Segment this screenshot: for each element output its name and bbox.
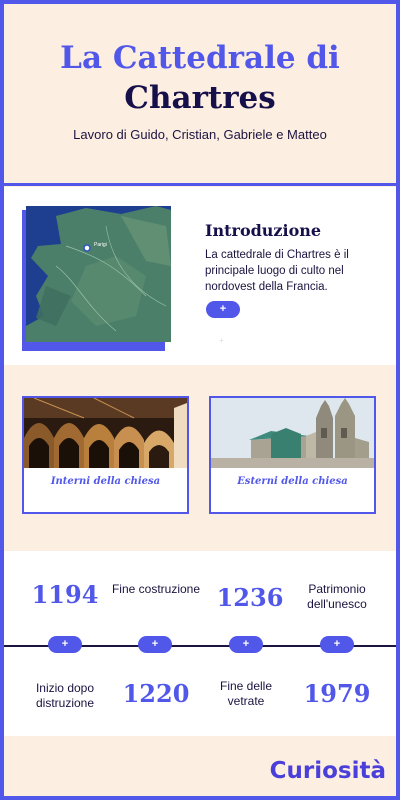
timeline-expand-button[interactable]: + — [320, 636, 354, 653]
title-line-2: Chartres — [124, 80, 276, 116]
timeline-event-label: Fine delle vetrate — [219, 679, 273, 708]
card-interiors-caption: Interni della chiesa — [50, 476, 161, 487]
timeline-event-label: Fine costruzione — [111, 582, 201, 596]
page-title: La Cattedrale di Chartres — [0, 38, 400, 118]
interiors-image — [24, 398, 187, 468]
timeline-expand-button[interactable]: + — [229, 636, 263, 653]
intro-text: La cattedrale di Chartres è il principal… — [205, 249, 349, 293]
timeline-year: 1979 — [303, 679, 371, 708]
header-divider — [0, 183, 400, 186]
authors-subtitle: Lavoro di Guido, Cristian, Gabriele e Ma… — [73, 127, 327, 142]
timeline-expand-button[interactable]: + — [48, 636, 82, 653]
header-section: La Cattedrale di Chartres Lavoro di Guid… — [0, 0, 400, 184]
footer-section: Curiosità — [0, 736, 400, 800]
intro-expand-button[interactable]: + — [206, 301, 240, 318]
timeline-expand-button[interactable]: + — [138, 636, 172, 653]
timeline-section: 1194 Fine costruzione 1236 Patrimonio de… — [0, 551, 400, 736]
curiosita-heading[interactable]: Curiosità — [270, 758, 386, 784]
gallery-section: Interni della chiesa Esterni della chies… — [0, 365, 400, 548]
france-map-image: Parigi — [26, 206, 171, 342]
intro-title: Introduzione — [205, 221, 322, 240]
map-city-label: Parigi — [94, 242, 107, 248]
card-exteriors-caption: Esterni della chiesa — [237, 476, 348, 487]
title-line-1: La Cattedrale di — [60, 40, 340, 76]
card-interiors[interactable]: Interni della chiesa — [22, 396, 189, 514]
card-exteriors[interactable]: Esterni della chiesa — [209, 396, 376, 514]
timeline-year: 1194 — [31, 580, 99, 609]
intro-section: Parigi Introduzione La cattedrale di Cha… — [0, 187, 400, 365]
timeline-year: 1236 — [216, 583, 284, 612]
timeline-event-label: Patrimonio dell'unesco — [307, 582, 367, 611]
exteriors-image — [211, 398, 374, 468]
timeline-year: 1220 — [122, 679, 190, 708]
timeline-event-label: Inizio dopo distruzione — [35, 681, 95, 710]
plus-icon: + — [219, 336, 224, 345]
